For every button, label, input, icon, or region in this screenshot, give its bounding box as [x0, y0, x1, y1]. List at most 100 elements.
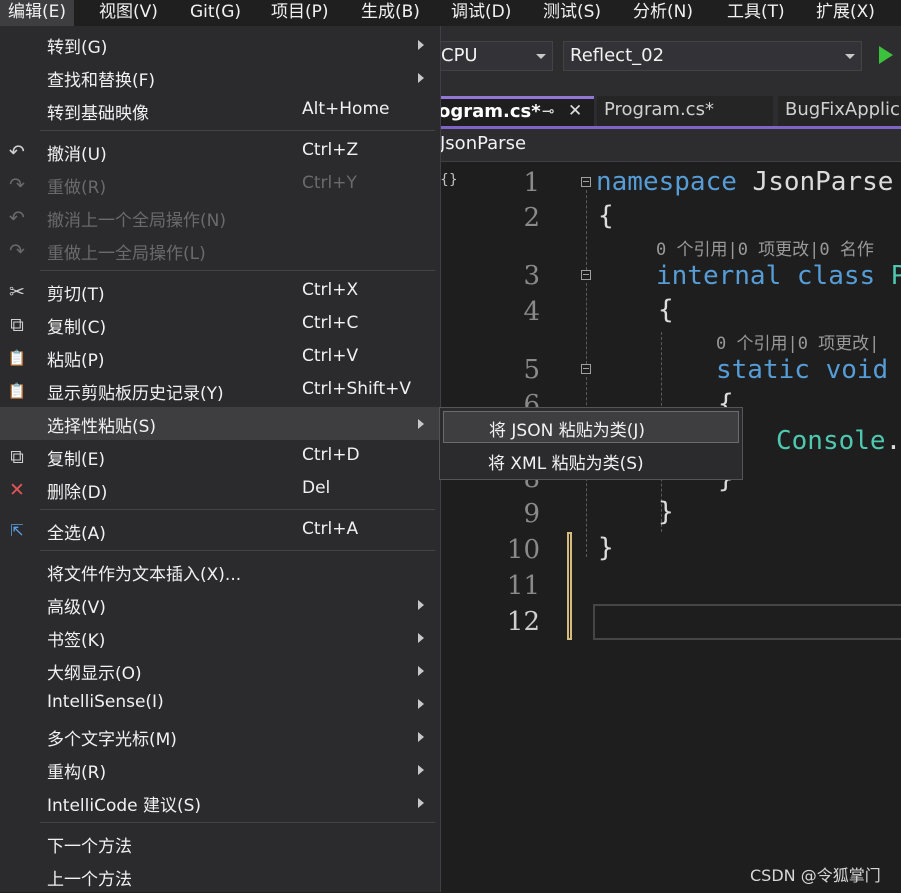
tab-program-cs-active[interactable]: ogram.cs* ⊸ ✕ [420, 96, 594, 126]
menu-item-label: 转到基础映像 [47, 104, 149, 124]
keyword-namespace: namespace [596, 167, 737, 197]
collapse-icon[interactable] [581, 364, 591, 374]
menu-item-global-undo[interactable]: ↶ 撤消上一个全局操作(N) [0, 201, 440, 234]
paste-icon: 📋 [7, 349, 27, 367]
code-editor[interactable]: {} 1 2 3 4 5 6 8 9 10 11 12 namespace Js… [420, 162, 901, 892]
menu-separator [40, 822, 435, 823]
redo-icon: ↷ [9, 174, 25, 196]
menu-item-paste-special[interactable]: 选择性粘贴(S) [0, 407, 440, 440]
fold-guide [586, 283, 587, 364]
menu-item-shortcut: Ctrl+A [302, 519, 359, 539]
menu-debug[interactable]: 调试(D) [451, 0, 511, 26]
edit-menu: 转到(G) 查找和替换(F) 转到基础映像 Alt+Home ↶ 撤消(U) C… [0, 26, 441, 892]
fold-guide [586, 190, 587, 270]
menu-separator [40, 270, 435, 271]
menu-item-label: 重做(R) [47, 178, 107, 198]
paste-special-submenu: 将 JSON 粘贴为类(J) 将 XML 粘贴为类(S) [439, 407, 743, 480]
menu-item-global-redo[interactable]: ↷ 重做上一全局操作(L) [0, 234, 440, 267]
menu-item-multi-caret[interactable]: 多个文字光标(M) [0, 720, 440, 753]
code-line-1: namespace JsonParse [596, 167, 893, 197]
code-line-7: Console.W [776, 426, 901, 456]
menu-item-next-method[interactable]: 下一个方法 [0, 827, 440, 860]
keyword-void: void [809, 355, 889, 385]
submenu-arrow-icon [418, 633, 424, 643]
menu-item-previous-method[interactable]: 上一个方法 [0, 860, 440, 893]
submenu-arrow-icon [418, 40, 424, 50]
menu-item-label: 重构(R) [47, 763, 107, 783]
menu-item-duplicate[interactable]: ⧉ 复制(E) Ctrl+D [0, 440, 440, 473]
keyword-static: static [716, 355, 810, 385]
menu-view[interactable]: 视图(V) [99, 0, 158, 26]
collapse-icon[interactable] [581, 270, 591, 280]
nav-scope: JsonParse [440, 133, 527, 154]
menu-item-shortcut: Ctrl+X [302, 280, 359, 300]
menu-extensions[interactable]: 扩展(X) [816, 0, 875, 26]
change-indicator [567, 532, 572, 640]
tab-bugfixapplication[interactable]: BugFixApplica [778, 96, 901, 126]
menu-item-label: 重做上一全局操作(L) [47, 244, 206, 264]
menu-item-label: 将 JSON 粘贴为类(J) [489, 421, 645, 441]
menu-item-delete[interactable]: ✕ 删除(D) Del [0, 473, 440, 506]
menu-item-shortcut: Ctrl+Y [302, 173, 357, 193]
navigation-bar[interactable]: JsonParse [420, 129, 901, 162]
submenu-arrow-icon [418, 732, 424, 742]
menu-item-label: 高级(V) [47, 598, 106, 618]
submenu-arrow-icon [418, 666, 424, 676]
namespace-name: JsonParse [736, 167, 894, 197]
menu-project[interactable]: 项目(P) [271, 0, 329, 26]
undo-icon: ↶ [9, 141, 25, 163]
menu-item-shortcut: Ctrl+D [302, 445, 360, 465]
menu-item-find-replace[interactable]: 查找和替换(F) [0, 61, 440, 94]
menu-item-insert-file[interactable]: 将文件作为文本插入(X)... [0, 555, 440, 588]
menu-item-intellisense[interactable]: IntelliSense(I) [0, 687, 440, 720]
menu-item-clipboard-history[interactable]: 📋 显示剪贴板历史记录(Y) Ctrl+Shift+V [0, 374, 440, 407]
menu-item-paste-xml-as-classes[interactable]: 将 XML 粘贴为类(S) [443, 445, 739, 477]
collapse-icon[interactable] [581, 177, 591, 187]
console-member: .W [885, 426, 901, 456]
menu-item-paste[interactable]: 📋 粘贴(P) Ctrl+V [0, 341, 440, 374]
tab-label: Program.cs* [604, 99, 714, 120]
menu-separator [40, 509, 435, 510]
menu-item-label: 删除(D) [47, 483, 108, 503]
close-icon[interactable]: ✕ [568, 99, 582, 124]
menu-item-paste-json-as-classes[interactable]: 将 JSON 粘贴为类(J) [443, 411, 739, 443]
menu-item-refactor[interactable]: 重构(R) [0, 753, 440, 786]
console-class: Console [776, 426, 886, 456]
menu-tools[interactable]: 工具(T) [727, 0, 785, 26]
chevron-down-icon [845, 54, 855, 59]
codelens-references[interactable]: 0 个引用|0 项更改|0 名作 [656, 235, 874, 260]
menu-item-undo[interactable]: ↶ 撤消(U) Ctrl+Z [0, 135, 440, 168]
menu-item-intellicode[interactable]: IntelliCode 建议(S) [0, 786, 440, 819]
menu-item-goto[interactable]: 转到(G) [0, 28, 440, 61]
submenu-arrow-icon [418, 765, 424, 775]
menu-item-advanced[interactable]: 高级(V) [0, 588, 440, 621]
tab-program-cs[interactable]: Program.cs* [597, 96, 773, 126]
menu-item-label: 将文件作为文本插入(X)... [47, 565, 242, 585]
menu-test[interactable]: 测试(S) [543, 0, 601, 26]
code-line-5: static void M [716, 355, 901, 385]
menu-item-goto-base[interactable]: 转到基础映像 Alt+Home [0, 94, 440, 127]
menu-analyze[interactable]: 分析(N) [633, 0, 693, 26]
menu-item-cut[interactable]: ✂ 剪切(T) Ctrl+X [0, 275, 440, 308]
menu-item-shortcut: Ctrl+V [302, 346, 359, 366]
menu-item-label: 查找和替换(F) [47, 71, 156, 91]
copy-icon: ⧉ [10, 314, 24, 336]
duplicate-icon: ⧉ [10, 446, 24, 468]
menu-item-select-all[interactable]: ⇱ 全选(A) Ctrl+A [0, 514, 440, 547]
menu-git[interactable]: Git(G) [190, 0, 241, 26]
play-icon[interactable] [879, 46, 893, 64]
global-redo-icon: ↷ [9, 240, 25, 262]
menu-item-bookmarks[interactable]: 书签(K) [0, 621, 440, 654]
menu-edit[interactable]: 编辑(E) [0, 0, 75, 26]
menu-item-label: 下一个方法 [47, 837, 132, 857]
startup-project-dropdown[interactable]: Reflect_02 [563, 41, 862, 71]
menu-build[interactable]: 生成(B) [361, 0, 420, 26]
menu-item-outlining[interactable]: 大纲显示(O) [0, 654, 440, 687]
pin-icon[interactable]: ⊸ [542, 99, 555, 124]
menu-item-label: 将 XML 粘贴为类(S) [488, 454, 644, 474]
submenu-arrow-icon [418, 73, 424, 83]
menu-item-copy[interactable]: ⧉ 复制(C) Ctrl+C [0, 308, 440, 341]
codelens-references[interactable]: 0 个引用|0 项更改| [716, 329, 879, 354]
menu-item-label: 显示剪贴板历史记录(Y) [47, 384, 224, 404]
menu-item-redo[interactable]: ↷ 重做(R) Ctrl+Y [0, 168, 440, 201]
